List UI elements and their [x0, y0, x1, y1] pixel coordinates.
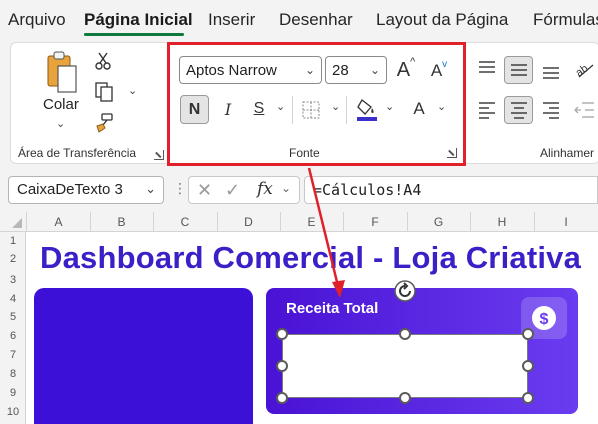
resize-handle[interactable] [522, 360, 534, 372]
row-header-5[interactable]: 5 [0, 311, 26, 323]
row-header-2[interactable]: 2 [0, 253, 26, 265]
column-header-i[interactable]: I [534, 215, 598, 229]
column-header-c[interactable]: C [153, 215, 217, 229]
format-painter-icon[interactable] [92, 111, 116, 135]
align-center-icon[interactable] [504, 96, 533, 124]
row-headers: 1 2 3 4 5 6 7 8 9 10 [0, 232, 26, 424]
paste-dropdown-caret[interactable]: ⌄ [56, 117, 65, 130]
column-divider [407, 212, 408, 232]
clipboard-group-label: Área de Transferência [18, 146, 137, 160]
cancel-icon[interactable]: ✕ [197, 180, 212, 201]
row-header-7[interactable]: 7 [0, 349, 26, 361]
row-header-8[interactable]: 8 [0, 368, 26, 380]
row-header-6[interactable]: 6 [0, 330, 26, 342]
menu-inserir[interactable]: Inserir [208, 10, 255, 30]
row-header-10[interactable]: 10 [0, 406, 26, 418]
formula-input[interactable]: =Cálculos!A4 [304, 176, 598, 204]
decrease-indent-icon[interactable] [572, 100, 596, 120]
rotate-handle-icon[interactable] [393, 279, 417, 303]
row-header-9[interactable]: 9 [0, 387, 26, 399]
select-all-corner[interactable] [0, 212, 27, 232]
orientation-icon[interactable]: ab [572, 56, 596, 80]
resize-handle[interactable] [522, 392, 534, 404]
dashboard-title: Dashboard Comercial - Loja Criativa [40, 240, 582, 275]
menu-bar: Arquivo Página Inicial Inserir Desenhar … [0, 0, 598, 38]
resize-handle[interactable] [399, 328, 411, 340]
row-header-3[interactable]: 3 [0, 274, 26, 286]
more-options-icon[interactable]: ⋮ [173, 180, 187, 197]
resize-handle[interactable] [276, 360, 288, 372]
align-left-icon[interactable] [476, 100, 498, 120]
alignment-group-label: Alinhamer [540, 146, 595, 160]
menu-layout-da-pagina[interactable]: Layout da Página [376, 10, 508, 30]
align-top-icon[interactable] [476, 58, 498, 78]
menu-arquivo[interactable]: Arquivo [8, 10, 66, 30]
paste-icon[interactable] [42, 50, 82, 94]
paste-label[interactable]: Colar [43, 96, 79, 113]
column-divider [534, 212, 535, 232]
active-tab-indicator [84, 33, 184, 36]
clipboard-launcher-icon[interactable] [154, 150, 164, 160]
column-divider [470, 212, 471, 232]
column-header-e[interactable]: E [280, 215, 343, 229]
column-header-d[interactable]: D [217, 215, 280, 229]
formula-controls: ✕ ✓ fx ⌄ [188, 176, 300, 204]
resize-handle[interactable] [522, 328, 534, 340]
column-divider [153, 212, 154, 232]
column-header-a[interactable]: A [27, 215, 90, 229]
column-divider [90, 212, 91, 232]
resize-handle[interactable] [399, 392, 411, 404]
kpi-card-left[interactable] [34, 288, 253, 424]
svg-text:$: $ [540, 311, 549, 328]
column-header-h[interactable]: H [470, 215, 534, 229]
column-divider [217, 212, 218, 232]
insert-function-button[interactable]: fx [257, 179, 273, 199]
align-right-icon[interactable] [540, 100, 562, 120]
copy-icon[interactable] [92, 80, 116, 104]
cut-icon[interactable] [92, 50, 114, 72]
chevron-down-icon: ⌄ [281, 181, 292, 195]
row-header-1[interactable]: 1 [0, 235, 26, 247]
menu-formulas[interactable]: Fórmulas [533, 10, 598, 30]
resize-handle[interactable] [276, 328, 288, 340]
menu-pagina-inicial[interactable]: Página Inicial [84, 10, 193, 30]
name-box-value: CaixaDeTexto 3 [17, 181, 123, 198]
align-middle-icon[interactable] [504, 56, 533, 84]
menu-desenhar[interactable]: Desenhar [279, 10, 353, 30]
column-header-f[interactable]: F [343, 215, 407, 229]
align-bottom-icon[interactable] [540, 60, 562, 82]
chevron-down-icon: ⌄ [145, 181, 156, 196]
copy-dropdown-caret[interactable]: ⌄ [128, 84, 137, 97]
enter-icon[interactable]: ✓ [225, 180, 240, 201]
svg-text:ab: ab [574, 62, 591, 79]
font-group-highlight [167, 42, 466, 166]
card-title: Receita Total [286, 300, 379, 317]
column-header-b[interactable]: B [90, 215, 153, 229]
selected-text-box[interactable] [282, 334, 528, 398]
column-divider [343, 212, 344, 232]
row-header-4[interactable]: 4 [0, 293, 26, 305]
resize-handle[interactable] [276, 392, 288, 404]
name-box[interactable]: CaixaDeTexto 3 ⌄ [8, 176, 164, 204]
column-header-g[interactable]: G [407, 215, 470, 229]
column-divider [280, 212, 281, 232]
